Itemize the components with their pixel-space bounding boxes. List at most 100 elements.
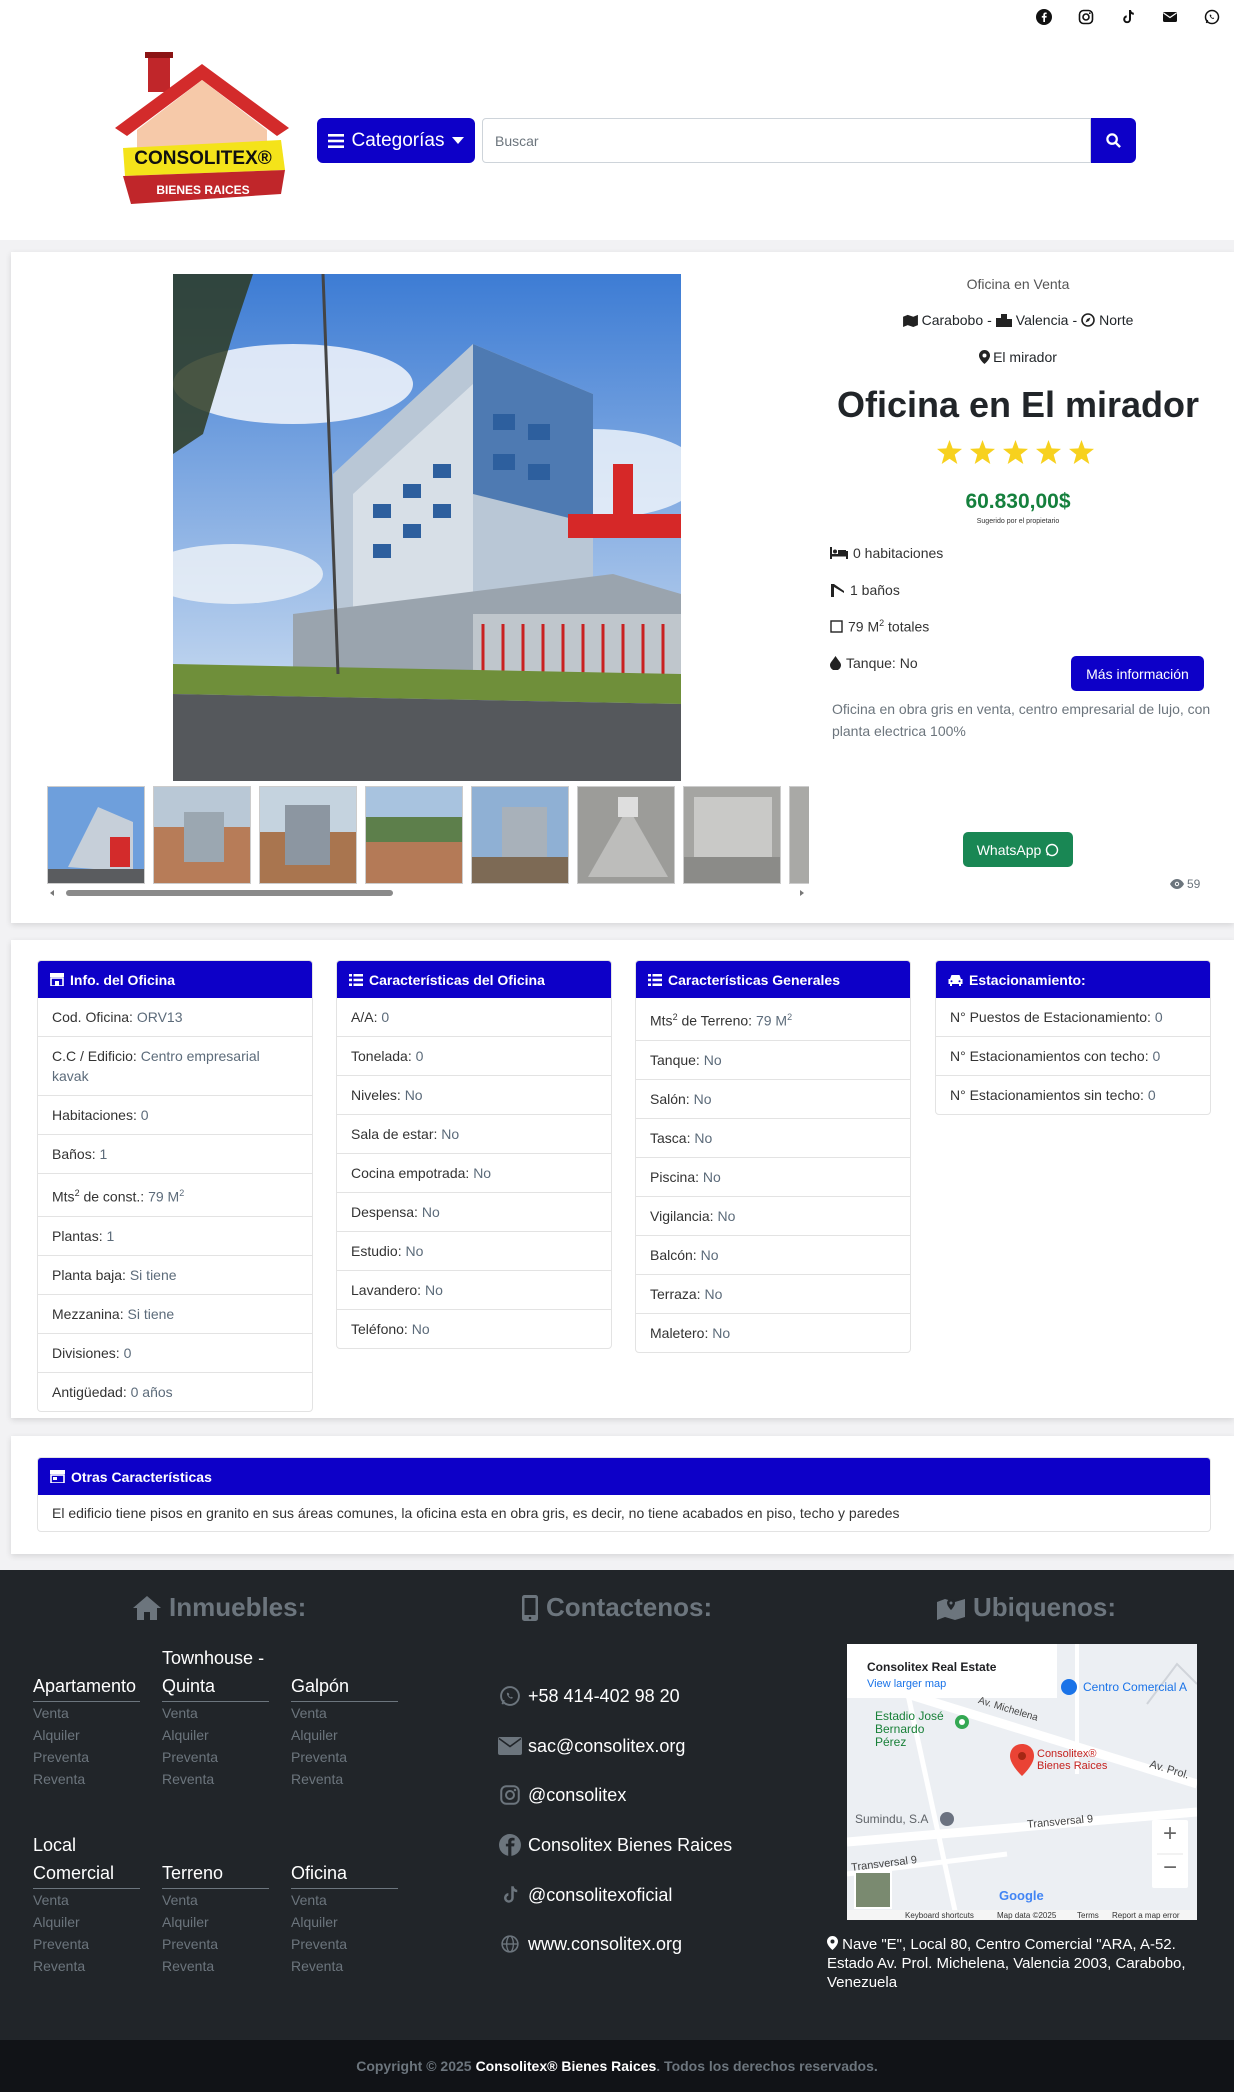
contact-whatsapp[interactable]: +58 414-402 98 20 xyxy=(498,1684,680,1708)
detail-row: Tanque: No xyxy=(636,1039,910,1079)
thumbnail-scrollbar[interactable] xyxy=(45,886,809,900)
whatsapp-icon[interactable] xyxy=(1204,9,1220,25)
thumbnail[interactable] xyxy=(259,786,357,884)
location-map[interactable]: Consolitex Real Estate View larger map C… xyxy=(847,1644,1197,1920)
tank-label: Tanque: No xyxy=(846,655,918,671)
envelope-icon[interactable] xyxy=(1162,9,1178,25)
footer-link[interactable]: Venta xyxy=(33,1889,140,1911)
footer-link[interactable]: Preventa xyxy=(291,1933,398,1955)
categories-button[interactable]: Categorías xyxy=(317,118,475,163)
contact-instagram[interactable]: @consolitex xyxy=(498,1783,626,1807)
detail-value: No xyxy=(703,1051,722,1068)
tiktok-icon[interactable] xyxy=(1120,9,1136,25)
footer-link[interactable]: Alquiler xyxy=(162,1911,269,1933)
footer-link[interactable]: Reventa xyxy=(33,1768,140,1790)
property-price: 60.830,00$ xyxy=(965,490,1071,513)
detail-key: Plantas: xyxy=(52,1227,107,1244)
map-icon xyxy=(902,314,918,327)
star-icon xyxy=(1003,440,1028,464)
footer-link[interactable]: Preventa xyxy=(162,1933,269,1955)
footer-link[interactable]: Alquiler xyxy=(162,1724,269,1746)
contact-email[interactable]: sac@consolitex.org xyxy=(498,1734,685,1758)
property-location: Carabobo - Valencia - Norte xyxy=(820,312,1216,328)
footer-link[interactable]: Reventa xyxy=(162,1768,269,1790)
thumbnail[interactable] xyxy=(471,786,569,884)
thumbnail[interactable] xyxy=(683,786,781,884)
whatsapp-button[interactable]: WhatsApp xyxy=(963,832,1073,867)
detail-row: Tonelada: 0 xyxy=(337,1036,611,1075)
map-pin-icon xyxy=(979,350,991,364)
thumbnail[interactable] xyxy=(365,786,463,884)
map-zoom-out-button[interactable]: − xyxy=(1156,1854,1184,1882)
search-input[interactable] xyxy=(482,118,1091,163)
footer-category-title[interactable]: Galpón xyxy=(291,1672,398,1702)
sector-label: El mirador xyxy=(993,349,1057,365)
footer-ubiquenos-heading: Ubiquenos: xyxy=(937,1592,1116,1623)
footer-category: Oficina Venta Alquiler Preventa Reventa xyxy=(291,1859,398,1977)
map-terms-link[interactable]: Terms xyxy=(1077,1911,1099,1920)
footer-link[interactable]: Alquiler xyxy=(291,1911,398,1933)
detail-key: Divisiones: xyxy=(52,1344,124,1361)
thumbnail[interactable] xyxy=(47,786,145,884)
detail-row: Maletero: No xyxy=(636,1312,910,1352)
footer-link[interactable]: Venta xyxy=(291,1702,398,1724)
feature-baths: 1 baños xyxy=(830,582,900,598)
detail-key: Terraza: xyxy=(650,1285,705,1302)
footer-link[interactable]: Venta xyxy=(162,1702,269,1724)
eye-icon xyxy=(1170,879,1184,889)
footer-link[interactable]: Reventa xyxy=(162,1955,269,1977)
contact-facebook[interactable]: Consolitex Bienes Raices xyxy=(498,1833,732,1857)
footer-link[interactable]: Reventa xyxy=(291,1768,398,1790)
footer-category-title[interactable]: Townhouse - Quinta xyxy=(162,1644,269,1702)
footer-link[interactable]: Alquiler xyxy=(33,1724,140,1746)
map-report-link[interactable]: Report a map error xyxy=(1112,1911,1180,1920)
site-logo[interactable]: CONSOLITEX® BIENES RAICES xyxy=(115,52,289,208)
detail-row: Mezzanina: Si tiene xyxy=(38,1293,312,1333)
otras-text: El edificio tiene pisos en granito en su… xyxy=(52,1505,900,1521)
footer-link[interactable]: Venta xyxy=(162,1889,269,1911)
view-larger-map-link[interactable]: View larger map xyxy=(867,1678,946,1690)
footer-link[interactable]: Alquiler xyxy=(33,1911,140,1933)
footer-link[interactable]: Venta xyxy=(291,1889,398,1911)
shop-icon xyxy=(50,1470,65,1483)
footer-link[interactable]: Reventa xyxy=(291,1955,398,1977)
contact-website[interactable]: www.consolitex.org xyxy=(498,1932,682,1956)
detail-value: No xyxy=(712,1324,731,1341)
map-data-credit: Map data ©2025 xyxy=(997,1911,1057,1920)
thumbnail[interactable] xyxy=(577,786,675,884)
property-main-photo[interactable] xyxy=(173,274,681,781)
detail-value: 0 xyxy=(1154,1009,1163,1025)
map-label-estadio: Estadio José Bernardo Pérez xyxy=(875,1709,944,1749)
footer-category-title[interactable]: Local Comercial xyxy=(33,1831,140,1889)
detail-row: Piscina: No xyxy=(636,1156,910,1196)
detail-row: Vigilancia: No xyxy=(636,1195,910,1235)
footer-link[interactable]: Venta xyxy=(33,1702,140,1724)
map-zoom-in-button[interactable]: + xyxy=(1156,1820,1184,1848)
footer-link[interactable]: Reventa xyxy=(33,1955,140,1977)
panel-header: Características del Oficina xyxy=(337,961,611,998)
search-button[interactable] xyxy=(1091,118,1136,163)
city-label: Valencia xyxy=(1015,312,1069,328)
footer-link[interactable]: Preventa xyxy=(33,1746,140,1768)
footer-category-title[interactable]: Terreno xyxy=(162,1859,269,1889)
caret-down-icon xyxy=(452,136,465,145)
footer-link[interactable]: Preventa xyxy=(162,1746,269,1768)
city-icon xyxy=(995,313,1012,327)
facebook-icon[interactable] xyxy=(1036,9,1052,25)
instagram-icon[interactable] xyxy=(1078,9,1094,25)
thumbnail[interactable] xyxy=(153,786,251,884)
thumbnail[interactable] xyxy=(789,786,809,884)
more-info-button[interactable]: Más información xyxy=(1071,656,1204,691)
zone-label: Norte xyxy=(1099,312,1134,328)
map-pin-icon xyxy=(827,1936,838,1950)
area-tail: totales xyxy=(884,618,930,635)
footer-link[interactable]: Alquiler xyxy=(291,1724,398,1746)
footer-category-title[interactable]: Oficina xyxy=(291,1859,398,1889)
map-keyboard-shortcuts[interactable]: Keyboard shortcuts xyxy=(905,1911,974,1920)
envelope-icon xyxy=(498,1734,522,1758)
detail-key: Cod. Oficina: xyxy=(52,1009,137,1025)
footer-link[interactable]: Preventa xyxy=(33,1933,140,1955)
contact-tiktok[interactable]: @consolitexoficial xyxy=(498,1883,672,1907)
footer-category-title[interactable]: Apartamento xyxy=(33,1672,140,1702)
footer-link[interactable]: Preventa xyxy=(291,1746,398,1768)
